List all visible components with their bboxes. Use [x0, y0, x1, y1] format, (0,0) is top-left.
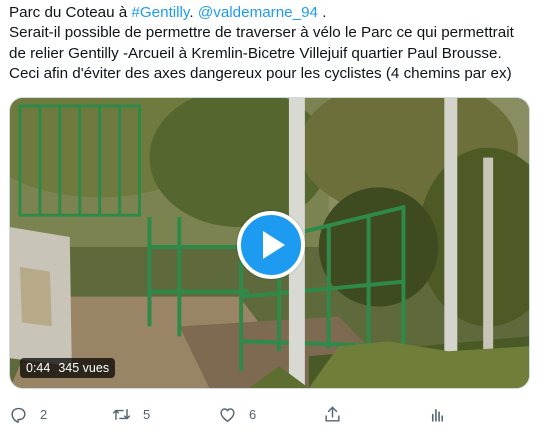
tweet-line-3: de relier Gentilly -Arcueil à Kremlin-Bi…	[9, 44, 502, 62]
like-button[interactable]: 6	[218, 401, 256, 427]
video-duration: 0:44	[26, 361, 51, 375]
heart-icon	[220, 407, 235, 422]
reply-icon	[11, 407, 26, 423]
reply-count: 2	[40, 406, 48, 422]
retweet-button[interactable]: 5	[112, 401, 150, 427]
tweet-text: Parc du Coteau à #Gentilly. @valdemarne_…	[9, 3, 537, 85]
video-views: 345 vues	[58, 361, 110, 375]
share-icon	[325, 406, 340, 422]
retweet-icon	[112, 408, 131, 420]
analytics-button[interactable]	[428, 401, 447, 427]
tweet-line-4: Ceci afin d'éviter des axes dangereux po…	[9, 65, 512, 83]
tweet-text-suffix: .	[317, 4, 327, 21]
play-button[interactable]	[237, 211, 305, 279]
tweet-text-prefix: Parc du Coteau à	[9, 4, 132, 21]
share-button[interactable]	[323, 401, 342, 427]
video-player[interactable]: 0:44 345 vues	[9, 97, 530, 389]
retweet-count: 5	[143, 406, 151, 422]
tweet-actions: 2 5 6	[0, 401, 542, 427]
mention-link[interactable]: @valdemarne_94	[198, 4, 318, 21]
play-icon	[263, 231, 285, 259]
video-meta-badge: 0:44 345 vues	[20, 358, 116, 378]
reply-button[interactable]: 2	[9, 401, 47, 427]
like-count: 6	[249, 406, 257, 422]
tweet-text-between: .	[189, 4, 198, 21]
analytics-icon	[431, 408, 444, 422]
tweet-line-1: Parc du Coteau à #Gentilly. @valdemarne_…	[9, 3, 537, 23]
hashtag-link[interactable]: #Gentilly	[131, 4, 189, 21]
tweet-line-2: Serait-il possible de permettre de trave…	[9, 24, 514, 42]
